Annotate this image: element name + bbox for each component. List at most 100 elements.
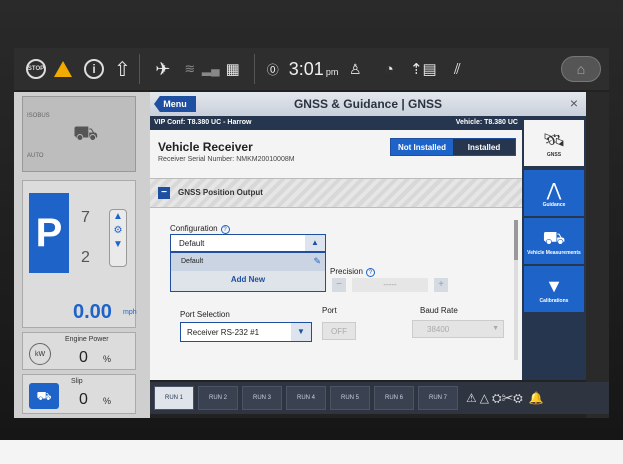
- grid-icon[interactable]: ▦: [220, 48, 246, 90]
- gear-indicator: P: [29, 193, 69, 273]
- divider: [253, 54, 255, 84]
- port-selection-label: Port Selection: [180, 310, 230, 319]
- chevron-up-icon[interactable]: ▲: [305, 235, 325, 251]
- slip-tile[interactable]: Slip ⛟ 0 %: [22, 374, 136, 414]
- help-icon[interactable]: ?: [365, 268, 375, 277]
- auto-label: AUTO: [27, 153, 44, 159]
- engine-kw-icon: kW: [29, 343, 51, 365]
- engine-power-tile[interactable]: Engine Power kW 0 %: [22, 332, 136, 370]
- dropdown-option-default[interactable]: Default: [171, 253, 325, 271]
- tractor-icon: ⛟: [29, 383, 59, 409]
- nav-calibrations[interactable]: ▼ Calibrations: [524, 266, 584, 312]
- run-tab[interactable]: RUN 6: [374, 386, 414, 410]
- isobus-tile[interactable]: ISOBUS ⛟ AUTO: [22, 96, 136, 172]
- nav-calibrations-label: Calibrations: [539, 298, 569, 304]
- engine-power-unit: %: [103, 354, 112, 364]
- status-icons: ⛭✂⚙: [492, 390, 523, 405]
- port-selection-select[interactable]: Receiver RS-232 #1 ▼: [180, 322, 312, 342]
- gauge-icon[interactable]: ◔: [372, 48, 406, 90]
- installed-option[interactable]: Installed: [453, 139, 515, 155]
- gear-lower: 2: [81, 249, 90, 266]
- clock: 3:01 pm: [289, 59, 339, 80]
- run-tab[interactable]: RUN 4: [286, 386, 326, 410]
- dialog-header: Menu GNSS & Guidance | GNSS ×: [150, 92, 586, 116]
- warning-icon[interactable]: [54, 61, 72, 77]
- left-panel: ISOBUS ⛟ AUTO P 7 2 ▲ ⚙ ▼ 0.00 mph Engine …: [14, 92, 150, 418]
- status-icon[interactable]: ⇡▤: [406, 48, 440, 90]
- signal-icon: ▂▄: [201, 62, 220, 76]
- slip-value: 0: [79, 391, 88, 408]
- install-toggle: Not Installed Installed: [390, 138, 516, 156]
- nav-guidance[interactable]: ⋀ Guidance: [524, 170, 584, 216]
- bezel-bottom: [0, 440, 623, 464]
- gear-tile[interactable]: P 7 2 ▲ ⚙ ▼ 0.00 mph: [22, 180, 137, 328]
- nav-gnss-label: GNSS: [546, 152, 562, 158]
- gear-shift-control[interactable]: ▲ ⚙ ▼: [109, 209, 127, 267]
- run-tab[interactable]: RUN 5: [330, 386, 370, 410]
- nav-guidance-label: Guidance: [542, 202, 566, 208]
- not-installed-option[interactable]: Not Installed: [391, 139, 453, 155]
- help-icon[interactable]: ⓪: [263, 48, 283, 90]
- collapse-icon[interactable]: −: [158, 187, 170, 199]
- info-icon[interactable]: i: [84, 59, 104, 79]
- slip-label: Slip: [71, 378, 83, 385]
- baud-rate-select[interactable]: 38400 ▼: [412, 320, 504, 338]
- run-bar: RUN 1 RUN 2 RUN 3 RUN 4 RUN 5 RUN 6 RUN …: [150, 382, 609, 414]
- status-bar: STOP i ⇧ ✈ ≋ ▂▄ ▦ ⓪ 3:01 pm ♙ ◔ ⇡▤ ⫽ ⌂: [14, 48, 609, 90]
- dropdown-option-label: Default: [181, 258, 204, 265]
- configuration-dropdown: Default ✎ Add New: [170, 252, 326, 292]
- dialog-title: GNSS & Guidance | GNSS: [293, 97, 443, 111]
- port-selection-value: Receiver RS-232 #1: [187, 328, 260, 337]
- precision-label: Precision?: [330, 267, 375, 277]
- nav-gnss[interactable]: 🛰 GNSS: [524, 120, 584, 166]
- chevron-down-icon: ▼: [492, 325, 499, 332]
- speed-value: 0.00: [73, 301, 112, 323]
- run-tab[interactable]: RUN 3: [242, 386, 282, 410]
- edit-icon[interactable]: ✎: [313, 256, 321, 267]
- scrollbar-thumb[interactable]: [514, 220, 518, 260]
- add-new-button[interactable]: Add New: [171, 275, 325, 284]
- wifi-icon: ≋: [184, 61, 196, 76]
- precision-value: -----: [352, 278, 428, 292]
- gear-upper: 7: [81, 209, 90, 226]
- help-icon[interactable]: ?: [220, 225, 230, 234]
- divider: [138, 54, 140, 84]
- warning-icon: ⚠: [466, 390, 477, 405]
- baud-rate-label: Baud Rate: [420, 306, 458, 315]
- close-icon[interactable]: ×: [570, 95, 578, 111]
- run-tab[interactable]: RUN 7: [418, 386, 458, 410]
- engine-power-value: 0: [79, 349, 88, 366]
- baud-rate-value: 38400: [427, 325, 450, 334]
- config-strip: VIP Conf: T8.380 UC - Harrow Vehicle: T8…: [150, 116, 522, 130]
- right-nav: 🛰 GNSS ⋀ Guidance ⛟ Vehicle Measurements…: [522, 116, 586, 380]
- vip-conf: VIP Conf: T8.380 UC - Harrow: [154, 119, 252, 126]
- clock-time: 3:01: [288, 58, 324, 79]
- slip-unit: %: [103, 396, 112, 406]
- field-icon[interactable]: ⫽: [440, 48, 474, 90]
- implement-icon: ⛟: [73, 123, 99, 145]
- satellite-alert-icon[interactable]: ✈: [148, 48, 178, 90]
- precision-increment[interactable]: +: [434, 278, 448, 292]
- precision-decrement[interactable]: −: [332, 278, 346, 292]
- port-value[interactable]: OFF: [322, 322, 356, 340]
- configuration-select[interactable]: Default ▲: [170, 234, 326, 252]
- right-strip: [586, 92, 609, 418]
- user-icon[interactable]: ♙: [338, 48, 372, 90]
- satellite-icon: 🛰: [542, 130, 566, 150]
- chevron-down-icon[interactable]: ▼: [291, 323, 311, 341]
- up-arrow-icon[interactable]: ⇧: [114, 48, 131, 90]
- run-tab[interactable]: RUN 2: [198, 386, 238, 410]
- home-icon[interactable]: ⌂: [561, 56, 601, 82]
- nav-vehicle-label: Vehicle Measurements: [527, 250, 581, 256]
- gnss-output-section[interactable]: − GNSS Position Output: [150, 178, 522, 208]
- configuration-value: Default: [179, 239, 205, 248]
- gnss-dialog: Menu GNSS & Guidance | GNSS × VIP Conf: …: [150, 92, 586, 380]
- run-tab[interactable]: RUN 1: [154, 386, 194, 410]
- stop-icon[interactable]: STOP: [26, 59, 46, 79]
- notification-bell-icon[interactable]: 🔔: [529, 391, 544, 405]
- vehicle-name: Vehicle: T8.380 UC: [455, 119, 518, 126]
- nav-vehicle-measurements[interactable]: ⛟ Vehicle Measurements: [524, 218, 584, 264]
- alert-icons[interactable]: ⚠ △ ⛭✂⚙: [466, 391, 523, 406]
- display-screen: STOP i ⇧ ✈ ≋ ▂▄ ▦ ⓪ 3:01 pm ♙ ◔ ⇡▤ ⫽ ⌂ IS…: [14, 48, 609, 418]
- configuration-label: Configuration?: [170, 224, 230, 234]
